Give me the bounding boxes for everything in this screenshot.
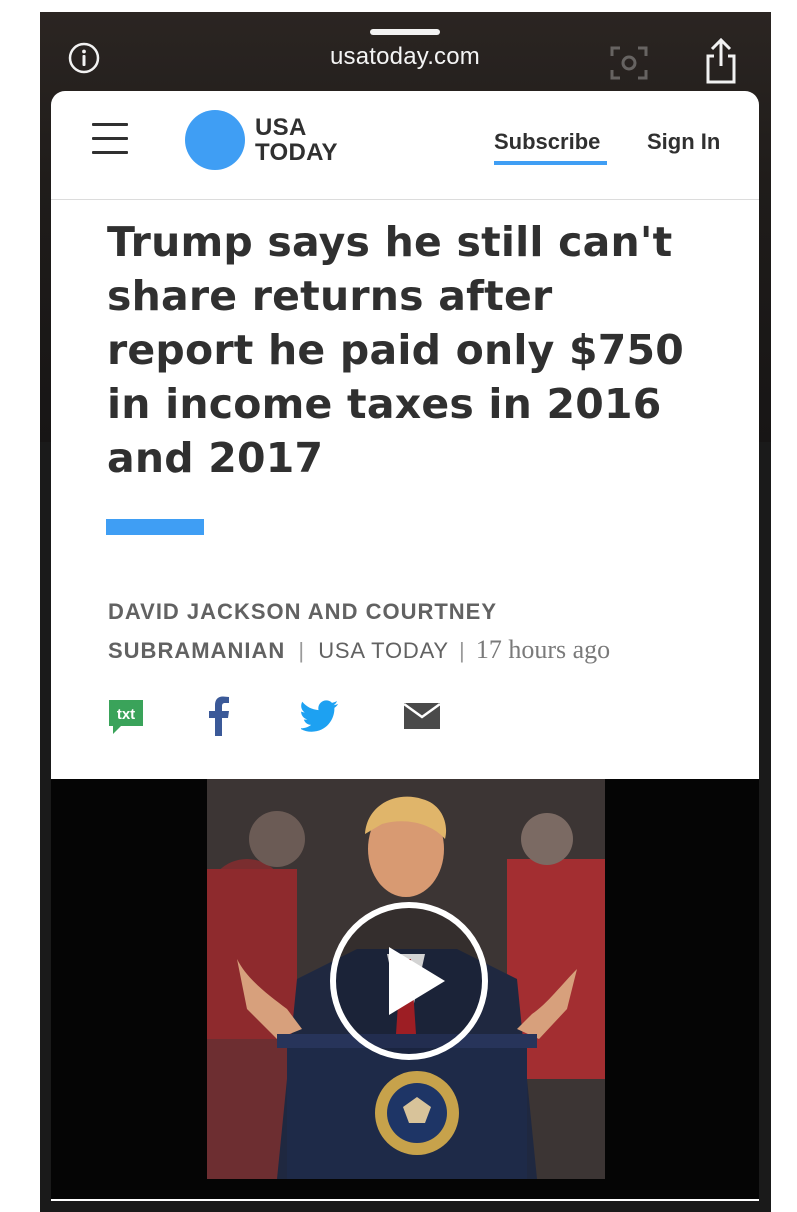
usa-today-logo-dot[interactable] bbox=[185, 110, 245, 170]
byline-source: USA TODAY bbox=[318, 638, 449, 663]
scan-icon[interactable] bbox=[608, 42, 650, 84]
video-thumbnail bbox=[207, 779, 605, 1179]
byline-separator: | bbox=[298, 638, 306, 663]
svg-text:txt: txt bbox=[117, 706, 135, 723]
video-player[interactable] bbox=[51, 779, 759, 1199]
share-buttons: txt bbox=[107, 696, 507, 736]
web-page: USA TODAY Subscribe Sign In Trump says h… bbox=[51, 91, 759, 1201]
headline-accent-bar bbox=[106, 519, 204, 535]
article-byline: DAVID JACKSON AND COURTNEY SUBRAMANIAN |… bbox=[108, 593, 728, 670]
play-icon[interactable] bbox=[327, 899, 491, 1063]
byline-authors-line1: DAVID JACKSON AND COURTNEY bbox=[108, 599, 498, 624]
menu-icon[interactable] bbox=[92, 123, 128, 155]
txt-share-icon[interactable]: txt bbox=[107, 698, 145, 738]
home-indicator bbox=[370, 29, 440, 35]
byline-separator: | bbox=[459, 638, 466, 663]
info-icon[interactable] bbox=[68, 42, 100, 74]
usa-today-logo-text[interactable]: USA TODAY bbox=[255, 115, 338, 165]
email-icon[interactable] bbox=[403, 702, 441, 730]
address-bar-url[interactable]: usatoday.com bbox=[240, 43, 570, 71]
phone-screen: usatoday.com USA TODAY Subscribe Sign In… bbox=[40, 12, 771, 1212]
share-icon[interactable] bbox=[700, 36, 742, 86]
subscribe-underline bbox=[494, 161, 607, 165]
sign-in-link[interactable]: Sign In bbox=[647, 129, 720, 155]
twitter-icon[interactable] bbox=[301, 700, 339, 732]
byline-time: 17 hours ago bbox=[475, 635, 611, 664]
byline-authors-line2: SUBRAMANIAN bbox=[108, 638, 286, 663]
facebook-icon[interactable] bbox=[207, 696, 231, 736]
article-headline: Trump says he still can't share returns … bbox=[107, 218, 684, 482]
subscribe-link[interactable]: Subscribe bbox=[494, 129, 600, 155]
site-header: USA TODAY Subscribe Sign In bbox=[51, 91, 759, 200]
